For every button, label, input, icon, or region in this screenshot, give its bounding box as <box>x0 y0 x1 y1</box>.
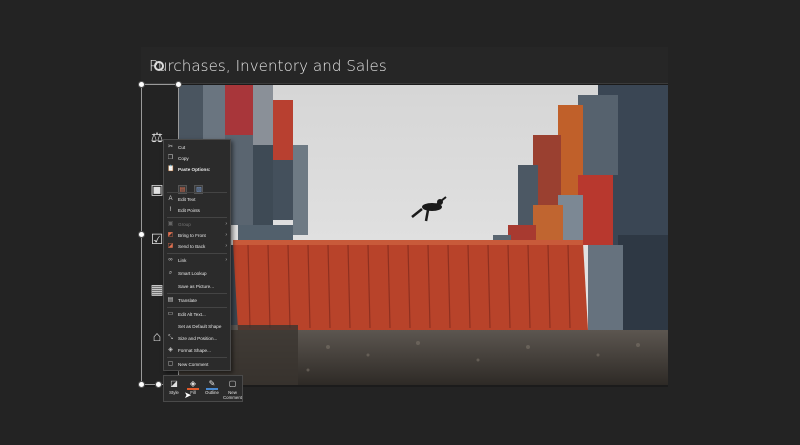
slide-photo[interactable] <box>178 85 668 385</box>
resize-handle-top-left[interactable] <box>138 81 145 88</box>
title-bar: Purchases, Inventory and Sales <box>141 47 668 84</box>
copy-icon: ❐ <box>167 155 174 161</box>
menu-item-label: Translate <box>178 298 197 303</box>
menu-item-label: Set as Default Shape <box>178 324 222 329</box>
slide-title[interactable]: Purchases, Inventory and Sales <box>149 57 387 75</box>
edit-points-icon: ⌇ <box>169 207 172 213</box>
resize-handle-top-right[interactable] <box>175 81 182 88</box>
menu-item-label: Save as Picture... <box>178 284 215 289</box>
menu-separator <box>167 192 227 193</box>
new-comment-button[interactable]: ▢ New Comment <box>222 378 243 401</box>
menu-item-label: Link <box>178 258 187 263</box>
menu-item-bring-to-front[interactable]: ◩ Bring to Front › <box>164 230 230 241</box>
alt-text-icon: ▭ <box>167 311 174 317</box>
bring-front-icon: ◩ <box>167 232 174 238</box>
menu-item-link[interactable]: ∞ Link › <box>164 255 230 266</box>
menu-item-label: Send to Back <box>178 244 206 249</box>
menu-item-label: Edit Points <box>178 208 200 213</box>
submenu-arrow-icon: › <box>225 257 227 263</box>
menu-item-label: Cut <box>178 145 186 150</box>
format-icon: ◈ <box>168 347 173 353</box>
submenu-arrow-icon: › <box>225 232 227 238</box>
menu-item-label: Edit Alt Text... <box>178 312 206 317</box>
menu-item-set-default-shape[interactable]: Set as Default Shape <box>164 321 230 332</box>
comment-icon: ▢ <box>228 379 237 388</box>
size-icon: ⤡ <box>168 335 173 341</box>
menu-item-edit-text[interactable]: A Edit Text <box>164 194 230 205</box>
menu-item-copy[interactable]: ❐ Copy <box>164 153 230 164</box>
edit-text-icon: A <box>168 196 173 202</box>
menu-item-paste-options: 📋 Paste Options: <box>164 164 230 175</box>
menu-item-label: Smart Lookup <box>178 271 207 276</box>
menu-item-cut[interactable]: ✂ Cut <box>164 142 230 153</box>
menu-separator <box>167 293 227 294</box>
style-button[interactable]: ◪ Style <box>165 378 183 401</box>
menu-item-size-position[interactable]: ⤡ Size and Position... <box>164 333 230 344</box>
context-menu: ✂ Cut ❐ Copy 📋 Paste Options: ▤ ▧ A Edit… <box>163 139 231 371</box>
resize-handle-left[interactable] <box>138 231 145 238</box>
send-back-icon: ◪ <box>167 243 174 249</box>
menu-item-new-comment[interactable]: ▢ New Comment <box>164 359 230 370</box>
menu-item-format-shape[interactable]: ◈ Format Shape... <box>164 345 230 356</box>
menu-item-label: Paste Options: <box>178 167 211 172</box>
submenu-arrow-icon: › <box>225 243 227 249</box>
outline-button[interactable]: ✎ Outline <box>203 378 221 401</box>
container-yard-photo <box>178 85 668 385</box>
menu-separator <box>167 217 227 218</box>
menu-item-smart-lookup[interactable]: ⌕ Smart Lookup <box>164 268 230 279</box>
rotation-handle[interactable] <box>154 61 164 71</box>
menu-item-save-as-picture[interactable]: Save as Picture... <box>164 281 230 292</box>
style-icon: ◪ <box>170 379 178 388</box>
menu-item-label: New Comment <box>178 362 209 367</box>
menu-item-edit-alt-text[interactable]: ▭ Edit Alt Text... <box>164 309 230 320</box>
menu-item-label: Group <box>178 222 191 227</box>
menu-item-label: Format Shape... <box>178 348 211 353</box>
style-label: Style <box>169 390 179 395</box>
link-icon: ∞ <box>168 257 173 263</box>
group-icon: ▣ <box>167 221 174 227</box>
menu-item-translate[interactable]: ▤ Translate <box>164 295 230 306</box>
scissors-icon: ✂ <box>167 144 174 150</box>
translate-icon: ▤ <box>167 297 174 303</box>
outline-color-bar <box>206 388 218 390</box>
menu-separator <box>167 307 227 308</box>
new-comment-label: New Comment <box>222 390 243 400</box>
search-icon: ⌕ <box>168 270 173 276</box>
resize-handle-bottom-left[interactable] <box>138 381 145 388</box>
submenu-arrow-icon: › <box>225 221 227 227</box>
mouse-cursor-icon: ➤ <box>184 390 192 400</box>
menu-item-label: Size and Position... <box>178 336 218 341</box>
paste-options-row: ▤ ▧ <box>178 178 206 194</box>
outline-label: Outline <box>205 390 219 395</box>
menu-separator <box>167 253 227 254</box>
resize-handle-bottom[interactable] <box>155 381 162 388</box>
menu-separator <box>167 357 227 358</box>
comment-icon: ▢ <box>167 361 174 367</box>
menu-item-label: Copy <box>178 156 189 161</box>
mini-toolbar: ◪ Style ◈ Fill ✎ Outline ▢ New Comment <box>163 375 243 402</box>
menu-item-label: Bring to Front <box>178 233 206 238</box>
paste-icon: 📋 <box>167 166 175 172</box>
menu-item-group[interactable]: ▣ Group › <box>164 219 230 230</box>
menu-item-edit-points[interactable]: ⌇ Edit Points <box>164 205 230 216</box>
menu-item-label: Edit Text <box>178 197 196 202</box>
menu-item-send-to-back[interactable]: ◪ Send to Back › <box>164 241 230 252</box>
